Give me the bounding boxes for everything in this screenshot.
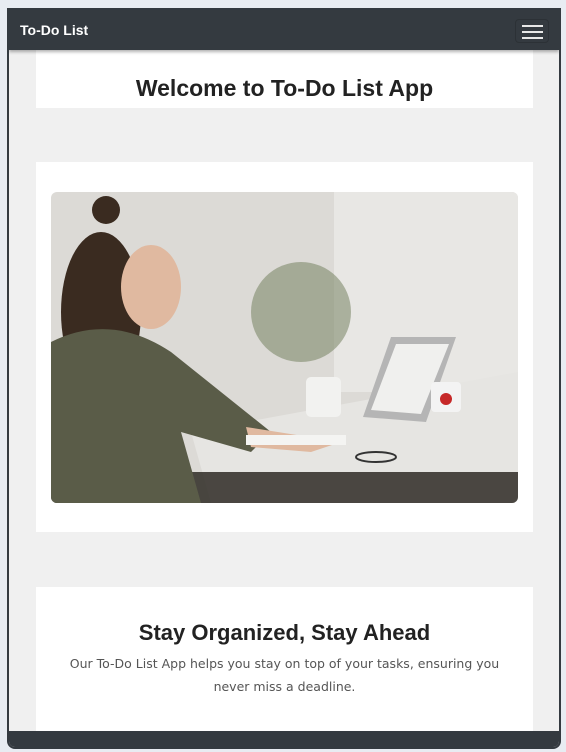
footer xyxy=(9,731,559,747)
app-window: To-Do List Welcome to To-Do List App Sta… xyxy=(7,8,561,749)
welcome-card: Welcome to To-Do List App xyxy=(36,50,533,108)
navbar: To-Do List xyxy=(9,8,559,50)
hero-card xyxy=(36,162,533,532)
feature-title: Stay Organized, Stay Ahead xyxy=(138,620,431,645)
navbar-toggle-button[interactable] xyxy=(515,19,549,43)
hero-image xyxy=(51,192,518,503)
welcome-title: Welcome to To-Do List App xyxy=(135,75,434,101)
feature-card: Stay Organized, Stay Ahead Our To-Do Lis… xyxy=(36,587,533,747)
feature-description: Our To-Do List App helps you stay on top… xyxy=(69,656,500,694)
navbar-brand[interactable]: To-Do List xyxy=(20,22,88,38)
